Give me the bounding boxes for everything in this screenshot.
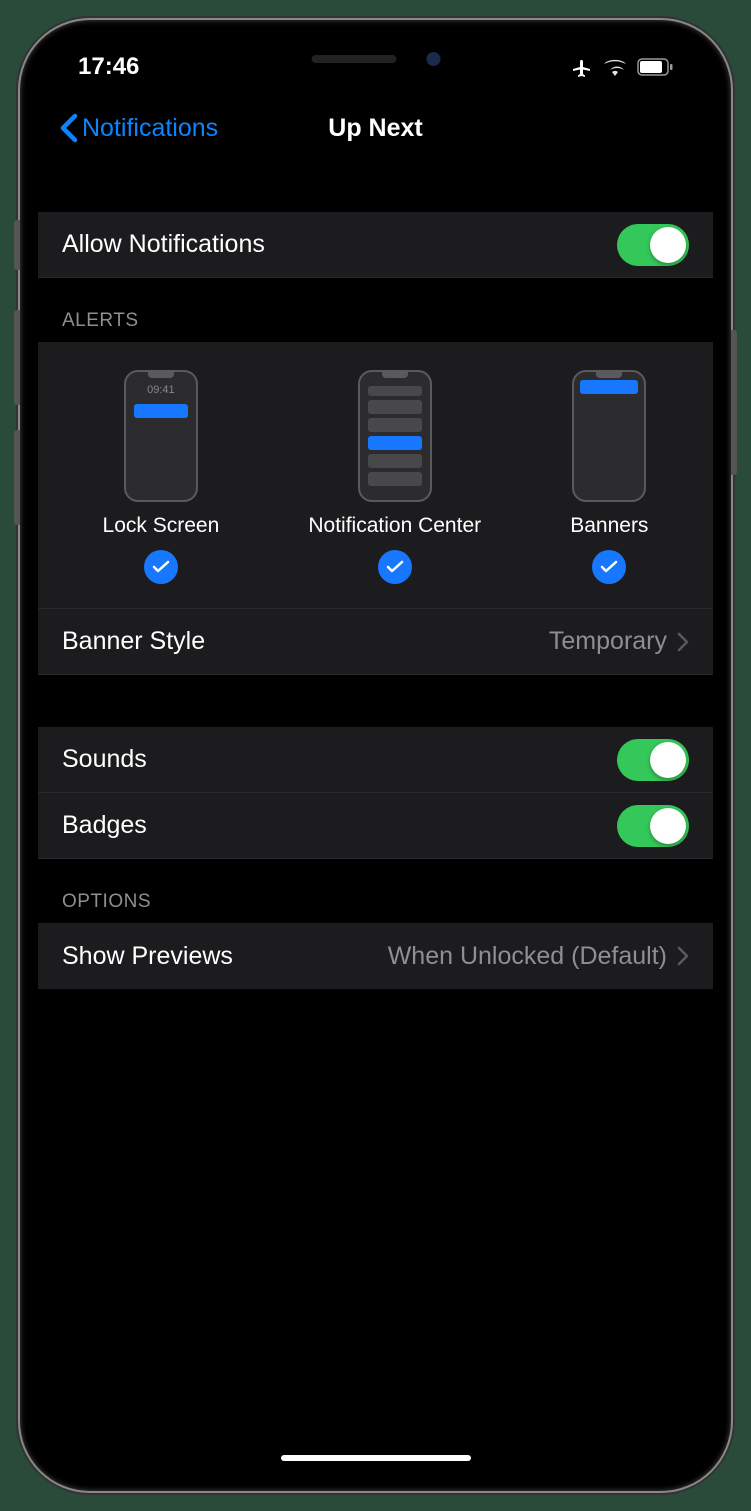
banner-style-label: Banner Style <box>62 627 205 656</box>
sounds-toggle[interactable] <box>617 739 689 781</box>
speaker-grille <box>311 55 396 63</box>
show-previews-row[interactable]: Show Previews When Unlocked (Default) <box>38 923 713 989</box>
notch <box>233 38 518 80</box>
volume-down-button <box>14 430 20 525</box>
screen: 17:46 Notifications Up Next Allow Notifi… <box>38 38 713 1473</box>
phone-device-frame: 17:46 Notifications Up Next Allow Notifi… <box>20 20 731 1491</box>
spacer <box>38 160 713 212</box>
sounds-label: Sounds <box>62 745 147 774</box>
alert-option-banners[interactable]: Banners <box>570 370 648 584</box>
badges-toggle[interactable] <box>617 805 689 847</box>
spacer <box>38 675 713 727</box>
allow-notifications-label: Allow Notifications <box>62 230 265 259</box>
back-label: Notifications <box>82 114 218 143</box>
status-icons <box>569 55 673 79</box>
show-previews-label: Show Previews <box>62 942 233 971</box>
lock-screen-preview-icon: 09:41 <box>124 370 198 502</box>
airplane-mode-icon <box>569 55 593 79</box>
toggle-knob <box>650 742 686 778</box>
chevron-right-icon <box>677 632 689 652</box>
banner-style-value: Temporary <box>549 627 667 656</box>
nav-bar: Notifications Up Next <box>38 96 713 160</box>
chevron-left-icon <box>60 113 78 143</box>
volume-up-button <box>14 310 20 405</box>
wifi-icon <box>603 58 627 76</box>
chevron-right-icon <box>677 946 689 966</box>
options-section-header: Options <box>38 859 713 923</box>
badges-row: Badges <box>38 793 713 859</box>
check-circle-icon <box>592 550 626 584</box>
show-previews-value: When Unlocked (Default) <box>388 942 667 971</box>
content-area: Notifications Up Next Allow Notification… <box>38 38 713 1473</box>
alert-label: Notification Center <box>308 514 481 538</box>
toggle-knob <box>650 808 686 844</box>
alerts-section-header: Alerts <box>38 278 713 342</box>
badges-label: Badges <box>62 811 147 840</box>
page-title: Up Next <box>328 114 422 143</box>
toggle-knob <box>650 227 686 263</box>
alert-option-notification-center[interactable]: Notification Center <box>308 370 481 584</box>
alerts-row: 09:41 Lock Screen <box>38 342 713 609</box>
back-button[interactable]: Notifications <box>60 113 218 143</box>
home-indicator[interactable] <box>281 1455 471 1461</box>
sounds-row: Sounds <box>38 727 713 793</box>
front-camera <box>426 52 440 66</box>
check-circle-icon <box>144 550 178 584</box>
allow-notifications-row: Allow Notifications <box>38 212 713 278</box>
battery-icon <box>637 58 673 76</box>
banner-style-row[interactable]: Banner Style Temporary <box>38 609 713 675</box>
alert-label: Banners <box>570 514 648 538</box>
notification-center-preview-icon <box>358 370 432 502</box>
check-circle-icon <box>378 550 412 584</box>
mute-switch <box>14 220 20 270</box>
alert-option-lock-screen[interactable]: 09:41 Lock Screen <box>103 370 220 584</box>
banners-preview-icon <box>572 370 646 502</box>
allow-notifications-toggle[interactable] <box>617 224 689 266</box>
status-time: 17:46 <box>78 53 139 81</box>
alert-label: Lock Screen <box>103 514 220 538</box>
power-button <box>731 330 737 475</box>
